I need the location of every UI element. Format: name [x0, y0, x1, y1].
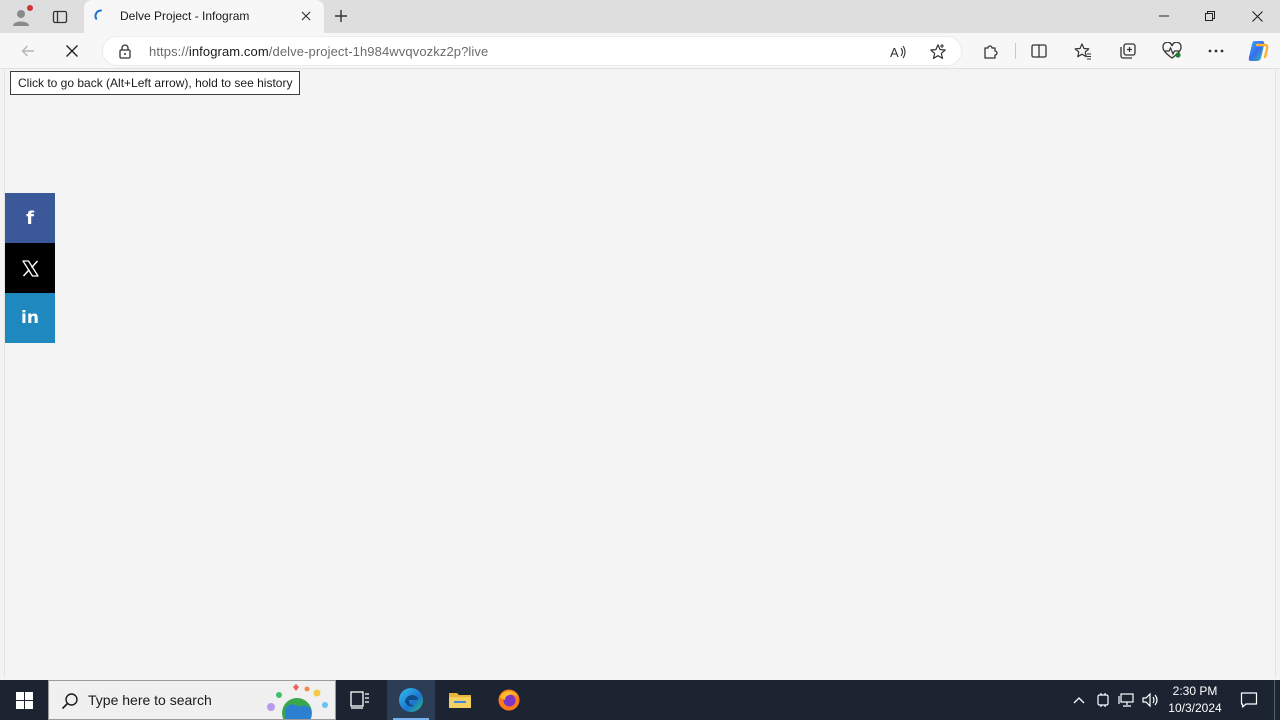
- restore-icon: [1205, 11, 1215, 21]
- notification-dot: [27, 5, 33, 11]
- close-icon: [301, 11, 311, 21]
- split-screen-icon: [1031, 44, 1047, 58]
- plus-icon: [335, 10, 347, 22]
- address-bar[interactable]: https://infogram.com/delve-project-1h984…: [102, 36, 962, 66]
- search-placeholder: Type here to search: [88, 692, 212, 708]
- back-button[interactable]: [14, 37, 42, 65]
- search-highlight-illustration: [267, 684, 328, 719]
- close-icon: [66, 45, 78, 57]
- back-button-tooltip: Click to go back (Alt+Left arrow), hold …: [10, 71, 301, 95]
- linkedin-share-button[interactable]: in: [5, 293, 55, 343]
- favorites-icon: [1074, 43, 1091, 60]
- stop-loading-button[interactable]: [58, 37, 86, 65]
- tab-active[interactable]: Delve Project - Infogram: [84, 0, 324, 33]
- close-icon: [1251, 10, 1263, 22]
- tab-title: Delve Project - Infogram: [120, 9, 250, 23]
- tab-actions-button[interactable]: [46, 4, 74, 30]
- clock-time: 2:30 PM: [1172, 684, 1218, 698]
- url-path: /delve-project-1h984wvqvozkz2p?live: [268, 44, 489, 59]
- url-text[interactable]: https://infogram.com/delve-project-1h984…: [149, 44, 488, 59]
- lock-icon[interactable]: [117, 43, 133, 59]
- x-share-button[interactable]: [5, 243, 55, 293]
- minimize-button[interactable]: [1141, 0, 1187, 32]
- collections-button[interactable]: [1114, 37, 1142, 65]
- file-explorer-taskbar-button[interactable]: [436, 680, 484, 720]
- device-icon: [1097, 693, 1109, 707]
- url-scheme: https://: [149, 44, 189, 59]
- clock-date: 10/3/2024: [1168, 701, 1222, 715]
- taskbar-search-box[interactable]: Type here to search: [48, 680, 336, 720]
- window-close-button[interactable]: [1234, 0, 1280, 32]
- performance-button[interactable]: [1158, 37, 1186, 65]
- copilot-button[interactable]: [1244, 37, 1272, 65]
- star-icon[interactable]: [929, 43, 947, 61]
- settings-and-more-button[interactable]: [1202, 37, 1230, 65]
- collections-icon: [1120, 43, 1136, 59]
- tab-actions-icon: [52, 10, 68, 24]
- extensions-button[interactable]: [977, 37, 1005, 65]
- toolbar-separator: [1015, 43, 1016, 59]
- search-icon: [61, 693, 78, 710]
- taskbar: Type here to search 2:30 PM 10/3/2024: [0, 680, 1280, 720]
- copilot-icon: [1248, 41, 1269, 61]
- task-view-button[interactable]: [336, 680, 384, 720]
- facebook-share-button[interactable]: f: [5, 193, 55, 243]
- arrow-left-icon: [21, 45, 34, 57]
- browser-toolbar: https://infogram.com/delve-project-1h984…: [0, 33, 1280, 69]
- taskbar-clock[interactable]: 2:30 PM 10/3/2024: [1164, 683, 1226, 717]
- tab-close-button[interactable]: [298, 8, 314, 24]
- firefox-icon: [498, 689, 520, 711]
- folder-icon: [449, 693, 471, 708]
- facebook-icon: f: [26, 207, 34, 229]
- tab-strip: Delve Project - Infogram: [0, 0, 1280, 33]
- show-hidden-icons-button[interactable]: [1068, 680, 1090, 720]
- windows-logo-icon: [15, 691, 33, 709]
- volume-button[interactable]: [1140, 680, 1162, 720]
- ellipsis-icon: [1208, 49, 1224, 53]
- speaker-icon: [1142, 692, 1158, 708]
- edge-icon: [399, 688, 423, 712]
- edge-taskbar-button[interactable]: [387, 680, 435, 720]
- url-host: infogram.com: [188, 44, 269, 59]
- profile-button[interactable]: [8, 4, 34, 30]
- loading-spinner-icon: [94, 9, 102, 20]
- network-icon: [1118, 693, 1134, 707]
- firefox-taskbar-button[interactable]: [485, 680, 533, 720]
- show-desktop-button[interactable]: [1274, 680, 1280, 720]
- split-screen-button[interactable]: [1025, 37, 1053, 65]
- page-viewport: f in ANY RUN: [4, 70, 1276, 720]
- svg-text:A: A: [890, 45, 899, 60]
- favorites-button[interactable]: [1069, 37, 1097, 65]
- tray-device-button[interactable]: [1092, 680, 1114, 720]
- message-icon: [1240, 692, 1258, 708]
- new-tab-button[interactable]: [329, 4, 353, 28]
- linkedin-icon: in: [21, 308, 39, 328]
- puzzle-icon: [984, 45, 998, 59]
- start-button[interactable]: [0, 680, 48, 720]
- x-logo-icon: [21, 259, 39, 277]
- task-view-icon: [350, 691, 369, 709]
- chevron-up-icon: [1073, 697, 1085, 704]
- read-aloud-icon[interactable]: A: [889, 43, 907, 61]
- restore-button[interactable]: [1187, 0, 1233, 32]
- network-button[interactable]: [1115, 680, 1139, 720]
- minimize-icon: [1159, 15, 1169, 17]
- heart-pulse-icon: [1162, 42, 1182, 59]
- notification-center-button[interactable]: [1234, 680, 1264, 720]
